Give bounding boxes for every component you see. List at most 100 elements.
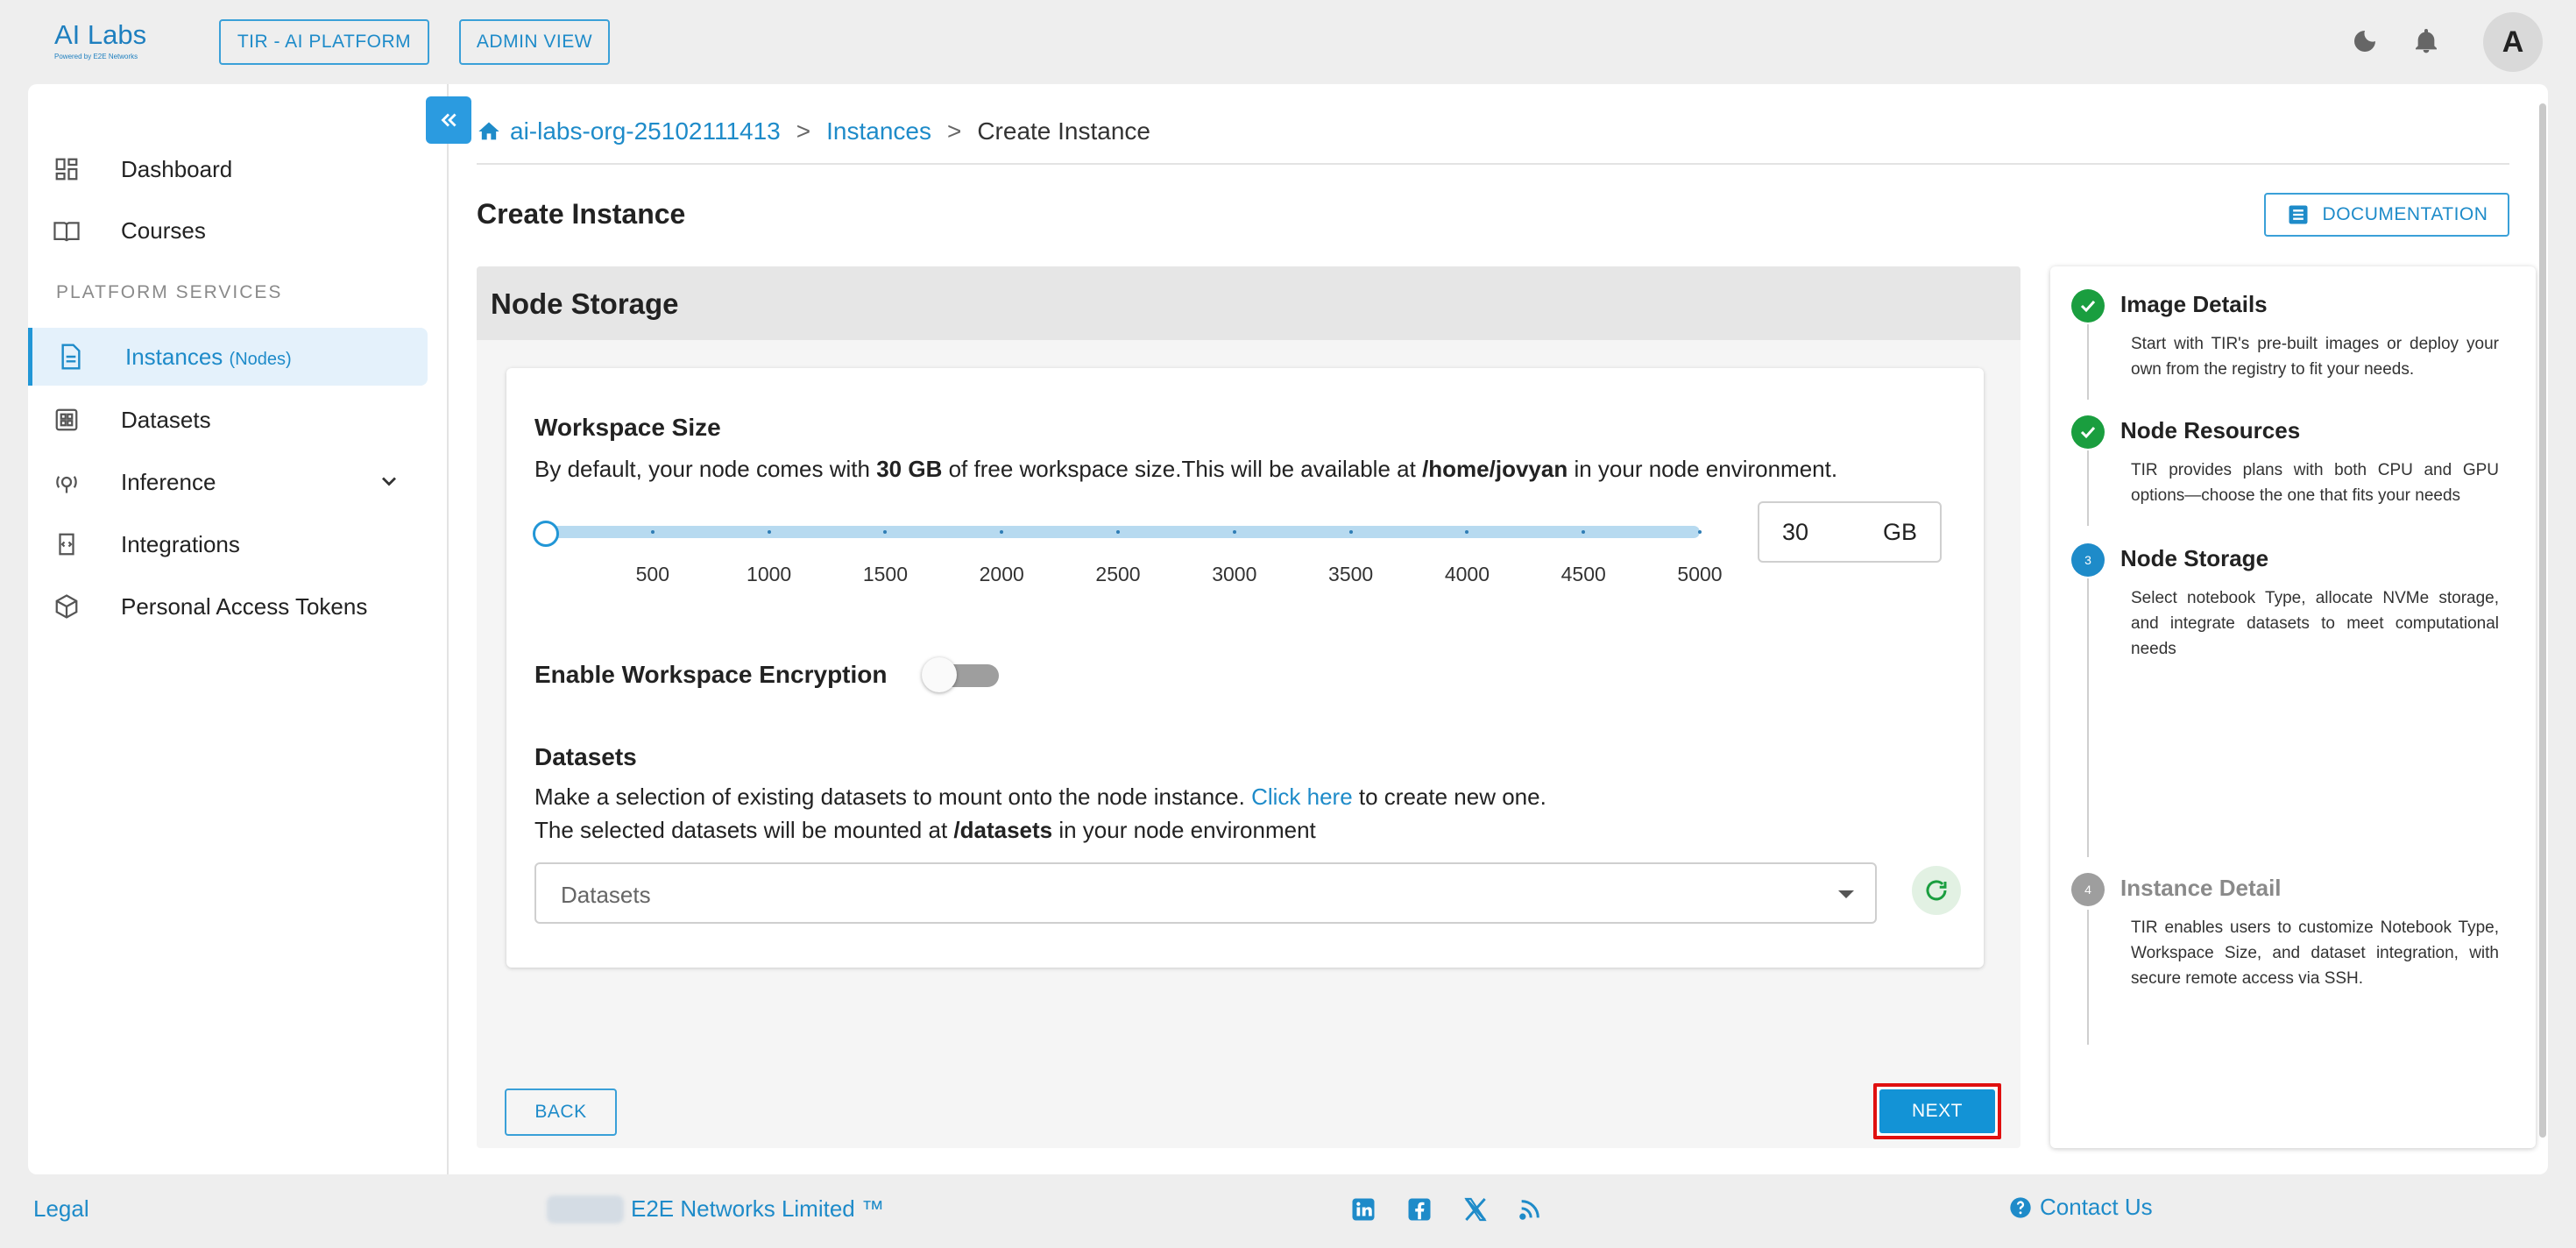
collapse-sidebar-button[interactable]: [426, 96, 471, 144]
slider-tick-label: 5000: [1677, 563, 1723, 585]
panel-title: Node Storage: [491, 287, 679, 320]
slider-tick-label: 2000: [979, 563, 1024, 585]
dropdown-caret-icon: [1838, 890, 1854, 898]
chevron-down-icon[interactable]: [377, 469, 401, 500]
sidebar-item-label: Courses: [121, 216, 206, 244]
sidebar-item-courses[interactable]: Courses: [28, 202, 428, 259]
step-title-instance-detail: Instance Detail: [2120, 875, 2282, 901]
breadcrumb-separator: >: [796, 117, 811, 145]
desc-size: 30 GB: [876, 456, 943, 482]
sidebar-item-label: Personal Access Tokens: [121, 592, 368, 620]
logo-text: AI Labs: [54, 19, 147, 50]
breadcrumb-separator: >: [946, 117, 962, 145]
desc-text: of free workspace size.This will be avai…: [942, 456, 1423, 482]
sidebar: Dashboard Courses PLATFORM SERVICES Inst…: [28, 84, 449, 1174]
slider-tick-label: 500: [635, 563, 670, 585]
encryption-toggle[interactable]: [922, 656, 1006, 694]
desc-text: Make a selection of existing datasets to…: [534, 784, 1252, 810]
admin-view-button[interactable]: ADMIN VIEW: [459, 19, 610, 65]
grid-icon: [51, 404, 82, 436]
sidebar-item-label: Instances (Nodes): [125, 344, 292, 371]
next-button[interactable]: NEXT: [1879, 1089, 1995, 1133]
breadcrumb-instances-link[interactable]: Instances: [826, 117, 931, 145]
documentation-label: DOCUMENTATION: [2322, 204, 2488, 224]
legal-link[interactable]: Legal: [33, 1195, 89, 1223]
workspace-size-slider-thumb[interactable]: [533, 521, 559, 547]
main-card: Dashboard Courses PLATFORM SERVICES Inst…: [28, 84, 2548, 1174]
datasets-select[interactable]: Datasets: [534, 862, 1877, 924]
storage-form-card: Workspace Size By default, your node com…: [506, 368, 1984, 968]
datasets-select-placeholder: Datasets: [561, 882, 651, 908]
step-connector: [2087, 450, 2089, 526]
rss-feed-icon[interactable]: [1512, 1192, 1547, 1227]
x-twitter-icon[interactable]: [1458, 1192, 1493, 1227]
notification-bell-icon[interactable]: [2408, 23, 2445, 60]
slider-tick-dot: [650, 530, 655, 534]
sidebar-item-label: Integrations: [121, 530, 240, 557]
desc-text: to create new one.: [1352, 784, 1546, 810]
encryption-label: Enable Workspace Encryption: [534, 661, 888, 688]
datasets-mount-description: The selected datasets will be mounted at…: [534, 817, 1316, 844]
toggle-knob: [922, 657, 957, 692]
slider-tick-label: 4500: [1560, 563, 1606, 585]
sidebar-item-instances[interactable]: Instances (Nodes): [28, 328, 428, 386]
step-description: Start with TIR's pre-built images or dep…: [2131, 335, 2499, 379]
sidebar-item-datasets[interactable]: Datasets: [28, 391, 428, 449]
dark-mode-icon[interactable]: [2346, 23, 2383, 60]
step-title-node-storage: Node Storage: [2120, 545, 2269, 571]
workspace-size-title: Workspace Size: [534, 414, 721, 441]
workspace-size-input[interactable]: 30 GB: [1758, 501, 1942, 563]
facebook-icon[interactable]: [1402, 1192, 1437, 1227]
step-description: TIR enables users to customize Notebook …: [2131, 918, 2499, 988]
platform-services-heading: PLATFORM SERVICES: [56, 282, 283, 302]
step-connector: [2087, 324, 2089, 400]
linkedin-icon[interactable]: [1346, 1192, 1381, 1227]
slider-tick-dot: [1698, 530, 1702, 534]
step-complete-check-icon: [2071, 289, 2105, 323]
slider-tick-dot: [1000, 530, 1004, 534]
sidebar-item-integrations[interactable]: Integrations: [28, 515, 428, 573]
ai-labs-logo[interactable]: AI Labs Powered by E2E Networks: [54, 19, 168, 68]
top-bar: AI Labs Powered by E2E Networks TIR - AI…: [0, 0, 2576, 84]
user-avatar[interactable]: A: [2483, 12, 2543, 72]
datasets-description: Make a selection of existing datasets to…: [534, 784, 1546, 811]
workspace-size-description: By default, your node comes with 30 GB o…: [534, 456, 1837, 483]
node-storage-panel: Node Storage Workspace Size By default, …: [477, 266, 2020, 1148]
workspace-size-slider-track[interactable]: [543, 526, 1702, 538]
sidebar-item-inference[interactable]: Inference: [28, 453, 428, 511]
breadcrumb-current: Create Instance: [977, 117, 1150, 145]
refresh-datasets-button[interactable]: [1912, 866, 1961, 915]
sidebar-item-dashboard[interactable]: Dashboard: [28, 140, 428, 198]
step-connector: [2087, 910, 2089, 1045]
slider-tick-label: 3500: [1328, 563, 1374, 585]
step-connector: [2087, 578, 2089, 857]
slider-tick-dot: [1348, 530, 1353, 534]
breadcrumb-org-link[interactable]: ai-labs-org-25102111413: [510, 117, 781, 145]
document-icon: [55, 341, 87, 372]
mount-path: /datasets: [953, 817, 1053, 843]
next-button-highlight: NEXT: [1873, 1083, 2001, 1139]
step-title-image-details: Image Details: [2120, 291, 2268, 317]
slider-tick-label: 3000: [1212, 563, 1257, 585]
home-icon[interactable]: [477, 119, 501, 144]
page-scrollbar[interactable]: [2539, 103, 2546, 1138]
step-title-node-resources: Node Resources: [2120, 417, 2301, 443]
back-button[interactable]: BACK: [505, 1088, 617, 1136]
dashboard-icon: [51, 153, 82, 185]
step-description: TIR provides plans with both CPU and GPU…: [2131, 461, 2499, 505]
book-icon: [51, 215, 82, 246]
documentation-button[interactable]: DOCUMENTATION: [2264, 193, 2509, 237]
create-dataset-link[interactable]: Click here: [1251, 784, 1353, 810]
progress-stepper: Image Details Start with TIR's pre-built…: [2050, 266, 2536, 1148]
slider-tick-dot: [883, 530, 888, 534]
slider-tick-dot: [1232, 530, 1236, 534]
tir-platform-button[interactable]: TIR - AI PLATFORM: [219, 19, 429, 65]
contact-us-link[interactable]: Contact Us: [2008, 1194, 2153, 1221]
workspace-size-value: 30: [1782, 518, 1809, 545]
page-title: Create Instance: [477, 198, 686, 230]
desc-text: in your node environment.: [1568, 456, 1838, 482]
sidebar-item-personal-access-tokens[interactable]: Personal Access Tokens: [28, 578, 428, 635]
document-list-icon: [2286, 202, 2311, 227]
sidebar-item-label: Inference: [121, 468, 216, 495]
contact-us-label: Contact Us: [2040, 1194, 2153, 1220]
